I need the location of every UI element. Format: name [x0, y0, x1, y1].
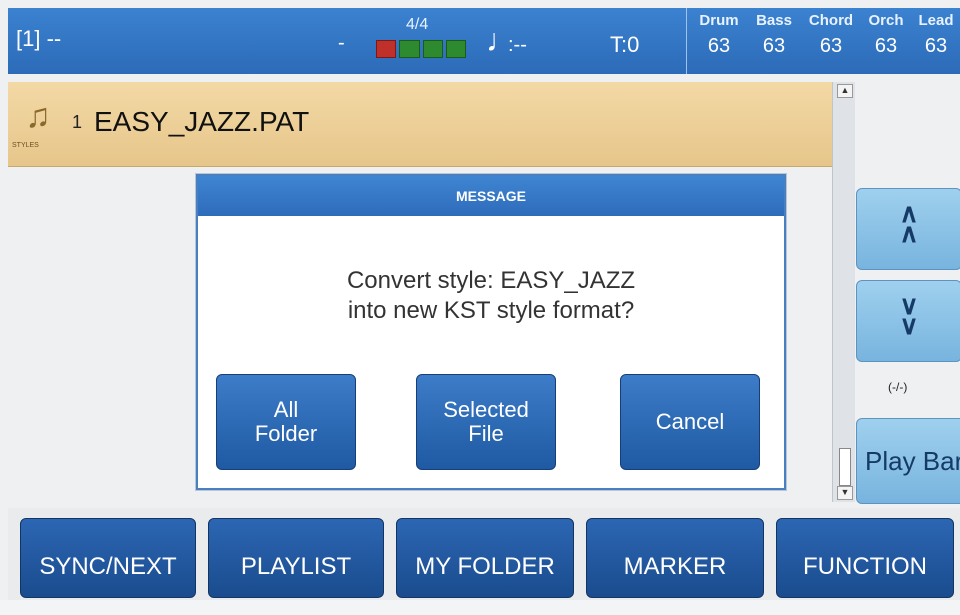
function-label: FUNCTION	[803, 553, 927, 580]
mixer-drum[interactable]: Drum 63	[693, 12, 745, 58]
beat-1	[376, 40, 397, 58]
mixer-value: 63	[924, 35, 948, 57]
dialog-title: MESSAGE	[198, 176, 784, 216]
selected-file-button[interactable]: Selected File	[416, 374, 556, 470]
beat-4	[445, 40, 466, 58]
scroll-thumb[interactable]	[839, 448, 851, 486]
slot-indicator: [1] --	[16, 26, 62, 51]
beat-3	[422, 40, 443, 58]
double-chevron-up-icon: ∧ ∧	[899, 198, 919, 248]
music-note-icon: ♫	[25, 97, 51, 135]
function-button-bar: SYNC/NEXT PLAYLIST MY FOLDER MARKER FUNC…	[8, 508, 960, 600]
screen: [1] -- - 4/4 ♩ :-- T:0 Drum 63 Bass 63 C…	[0, 0, 960, 600]
page-up-button[interactable]: ∧ ∧	[856, 188, 960, 270]
my-folder-button[interactable]: MY FOLDER	[396, 518, 574, 598]
double-chevron-down-icon: ∨ ∨	[899, 290, 919, 340]
file-name: EASY_JAZZ.PAT	[94, 106, 310, 137]
sync-next-label: SYNC/NEXT	[39, 553, 177, 580]
file-index: 1	[72, 112, 83, 132]
selected-file-label: Selected File	[443, 398, 529, 446]
playlist-button[interactable]: PLAYLIST	[208, 518, 384, 598]
all-folder-label-line-1: All	[273, 397, 299, 422]
dialog-message-line-1: Convert style: EASY_JAZZ	[346, 267, 636, 294]
beat-indicator	[376, 40, 466, 58]
beat-2	[399, 40, 420, 58]
play-bar-label: Play Bar	[865, 446, 960, 476]
cancel-button[interactable]: Cancel	[620, 374, 760, 470]
time-signature: 4/4	[406, 16, 429, 33]
my-folder-label: MY FOLDER	[415, 553, 555, 580]
mixer-label: Lead	[918, 12, 954, 29]
marker-button[interactable]: MARKER	[586, 518, 764, 598]
mixer-lead[interactable]: Lead 63	[913, 12, 959, 58]
tempo-display: T:0	[610, 32, 640, 57]
scroll-up-arrow-icon[interactable]: ▲	[837, 84, 853, 98]
mixer-levels: Drum 63 Bass 63 Chord 63 Orch 63 Lead 63	[686, 8, 960, 74]
function-button[interactable]: FUNCTION	[776, 518, 954, 598]
dialog-message-line-2: into new KST style format?	[347, 297, 635, 324]
status-bar: [1] -- - 4/4 ♩ :-- T:0 Drum 63 Bass 63 C…	[8, 8, 960, 74]
mixer-value: 63	[762, 35, 786, 57]
mixer-label: Orch	[868, 12, 904, 29]
selected-file-label-line-2: File	[468, 421, 504, 446]
page-down-button[interactable]: ∨ ∨	[856, 280, 960, 362]
playlist-label: PLAYLIST	[240, 553, 352, 580]
play-bar-button[interactable]: Play Bar	[856, 418, 960, 504]
status-dash: -	[338, 32, 345, 54]
all-folder-button[interactable]: All Folder	[216, 374, 356, 470]
file-row[interactable]: ♫ STYLES 1 EASY_JAZZ.PAT	[8, 82, 832, 167]
mixer-chord[interactable]: Chord 63	[801, 12, 861, 58]
mixer-value: 63	[874, 35, 898, 57]
mixer-label: Bass	[756, 12, 792, 29]
styles-icon-label: STYLES	[12, 142, 39, 149]
cancel-label: Cancel	[655, 409, 725, 434]
file-list-scrollbar[interactable]: ▲ ▼	[832, 82, 855, 502]
mixer-label: Drum	[699, 12, 739, 29]
page-counter: (-/-)	[888, 380, 908, 394]
mixer-bass[interactable]: Bass 63	[749, 12, 799, 58]
mixer-label: Chord	[808, 12, 854, 29]
marker-label: MARKER	[623, 553, 727, 580]
all-folder-label-line-2: Folder	[254, 421, 318, 446]
selected-file-label-line-1: Selected	[443, 397, 529, 422]
sync-next-button[interactable]: SYNC/NEXT	[20, 518, 196, 598]
all-folder-label: All Folder	[255, 398, 317, 446]
dialog-message: Convert style: EASY_JAZZ into new KST st…	[198, 266, 784, 326]
note-value: :--	[508, 34, 527, 56]
mixer-value: 63	[819, 35, 843, 57]
mixer-orch[interactable]: Orch 63	[863, 12, 909, 58]
message-dialog: MESSAGE Convert style: EASY_JAZZ into ne…	[196, 174, 786, 490]
scroll-down-arrow-icon[interactable]: ▼	[837, 486, 853, 500]
mixer-value: 63	[707, 35, 731, 57]
